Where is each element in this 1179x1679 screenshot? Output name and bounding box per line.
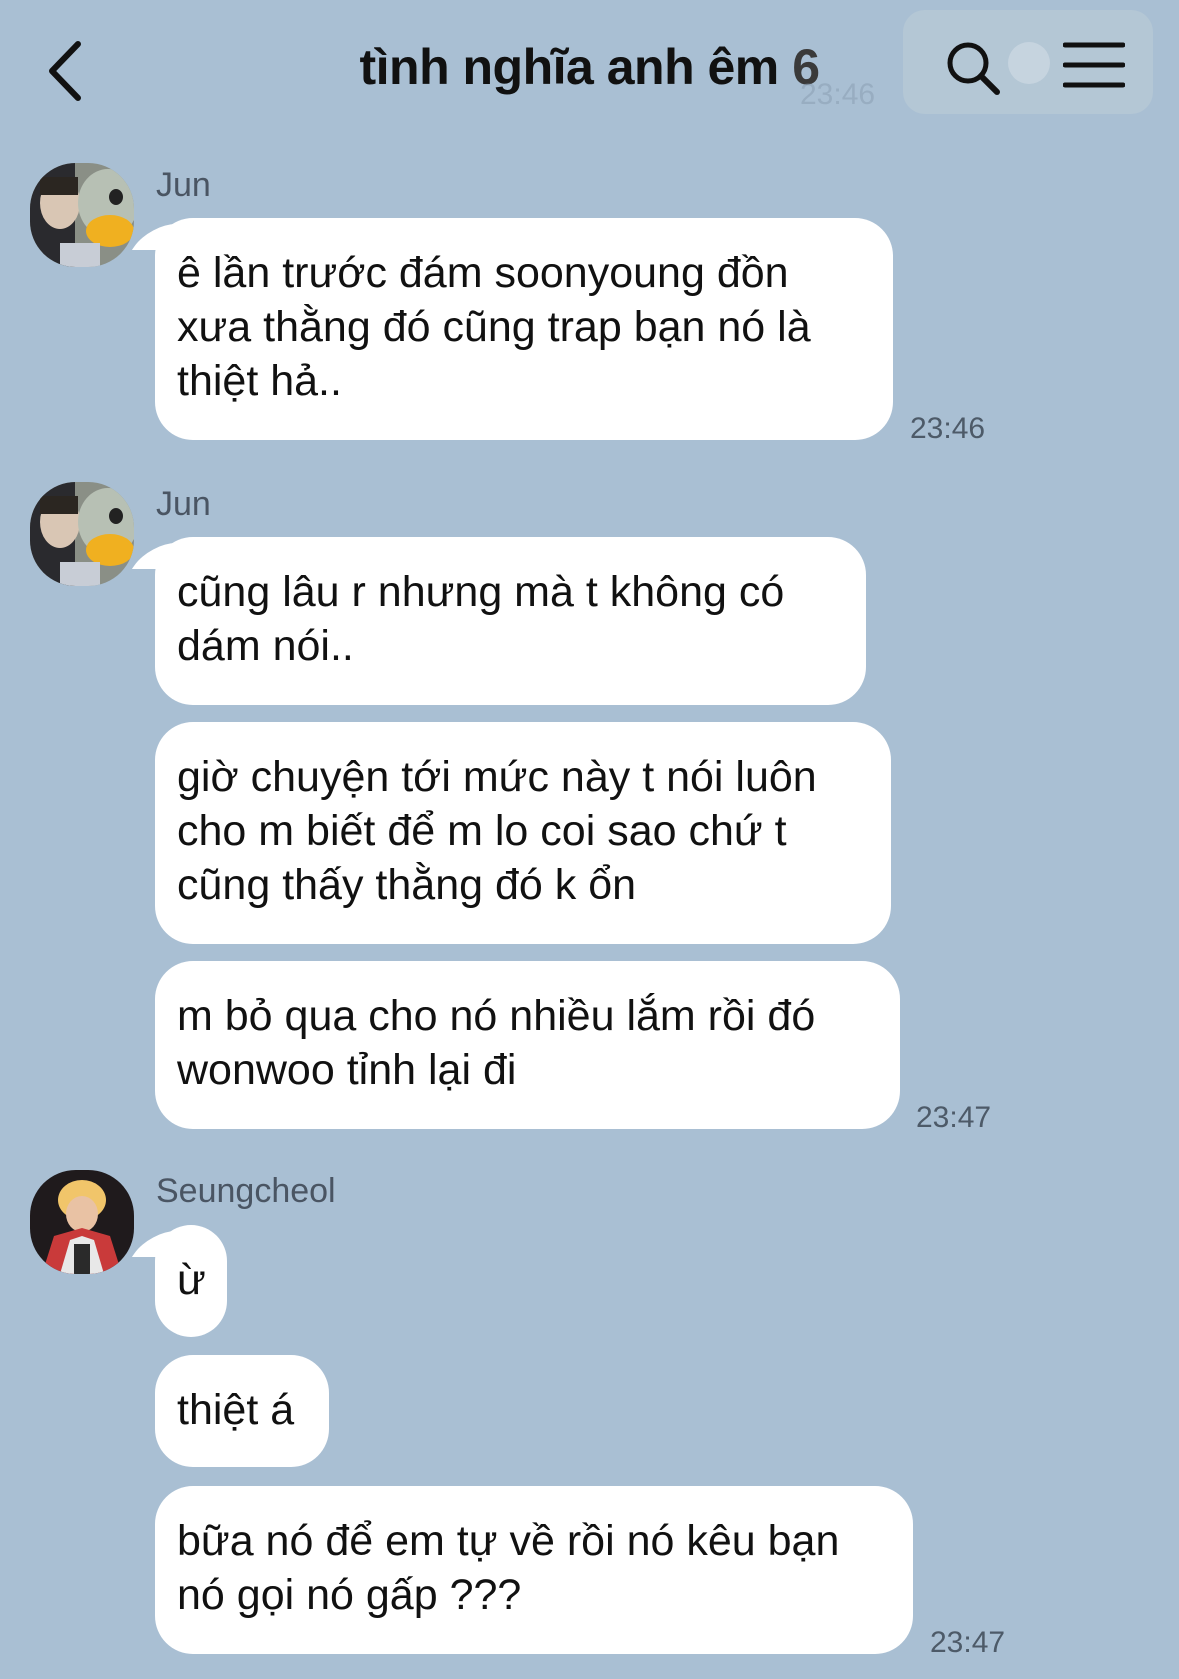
search-button[interactable]	[943, 38, 1003, 98]
avatar-seungcheol[interactable]	[30, 1170, 134, 1274]
avatar-jun-image	[30, 482, 134, 586]
sender-name: Jun	[156, 166, 211, 204]
avatar-jun-image	[30, 163, 134, 267]
message-bubble[interactable]: cũng lâu r nhưng mà t không có dám nói..	[155, 537, 866, 705]
message-bubble[interactable]: giờ chuyện tới mức này t nói luôn cho m …	[155, 722, 891, 944]
message-bubble[interactable]: thiệt á	[155, 1355, 329, 1467]
menu-button[interactable]	[1062, 40, 1126, 90]
group-name: tình nghĩa anh êm	[359, 39, 779, 95]
search-icon	[947, 42, 1000, 95]
chat-header: tình nghĩa anh êm 6 23:46	[0, 0, 1179, 140]
sender-name: Seungcheol	[156, 1172, 336, 1210]
message-time: 23:47	[916, 1101, 992, 1134]
header-actions	[903, 10, 1153, 114]
hamburger-menu-icon	[1062, 42, 1126, 88]
avatar-seungcheol-image	[30, 1170, 134, 1274]
avatar-jun[interactable]	[30, 163, 134, 267]
message-bubble[interactable]: m bỏ qua cho nó nhiều lắm rồi đó wonwoo …	[155, 961, 900, 1129]
message-bubble[interactable]: bữa nó để em tự về rồi nó kêu bạn nó gọi…	[155, 1486, 913, 1654]
avatar-jun[interactable]	[30, 482, 134, 586]
ghost-timestamp: 23:46	[800, 78, 876, 111]
message-time: 23:47	[930, 1626, 1006, 1659]
message-bubble[interactable]: ừ	[155, 1225, 227, 1337]
ghost-emoji-icon	[1008, 42, 1050, 84]
sender-name: Jun	[156, 485, 211, 523]
message-time: 23:46	[910, 412, 986, 445]
message-bubble[interactable]: ê lần trước đám soonyoung đồn xưa thằng …	[155, 218, 893, 440]
